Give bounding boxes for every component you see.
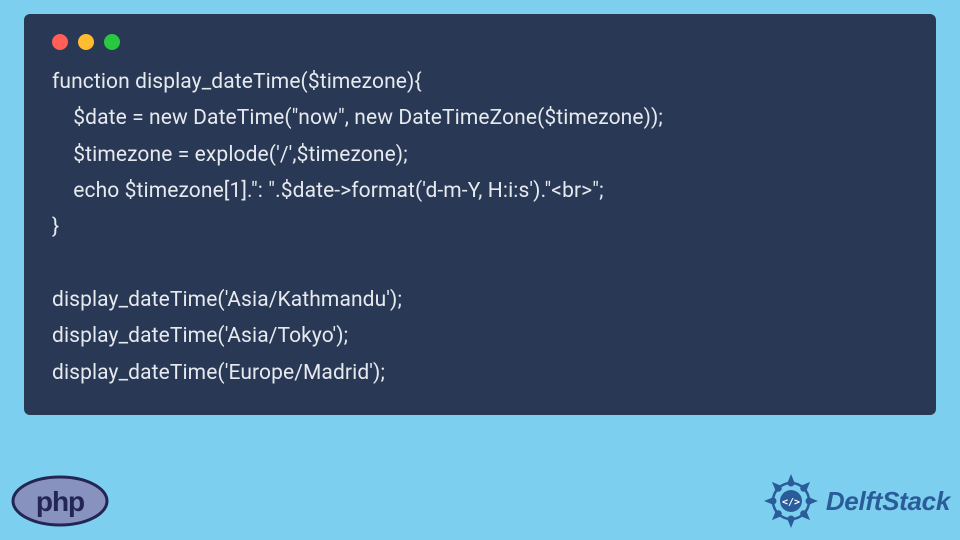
- delftstack-text: DelftStack: [826, 486, 950, 517]
- maximize-icon[interactable]: [104, 34, 120, 50]
- minimize-icon[interactable]: [78, 34, 94, 50]
- php-logo-text: php: [36, 486, 84, 517]
- php-logo: php: [10, 474, 110, 528]
- window-controls: [52, 30, 908, 64]
- footer: php: [10, 468, 950, 534]
- code-window: function display_dateTime($timezone){ $d…: [24, 14, 936, 415]
- delftstack-logo: </> DelftStack: [762, 472, 950, 530]
- svg-text:</>: </>: [782, 497, 800, 508]
- delftstack-icon: </>: [762, 472, 820, 530]
- close-icon[interactable]: [52, 34, 68, 50]
- code-block: function display_dateTime($timezone){ $d…: [52, 64, 908, 391]
